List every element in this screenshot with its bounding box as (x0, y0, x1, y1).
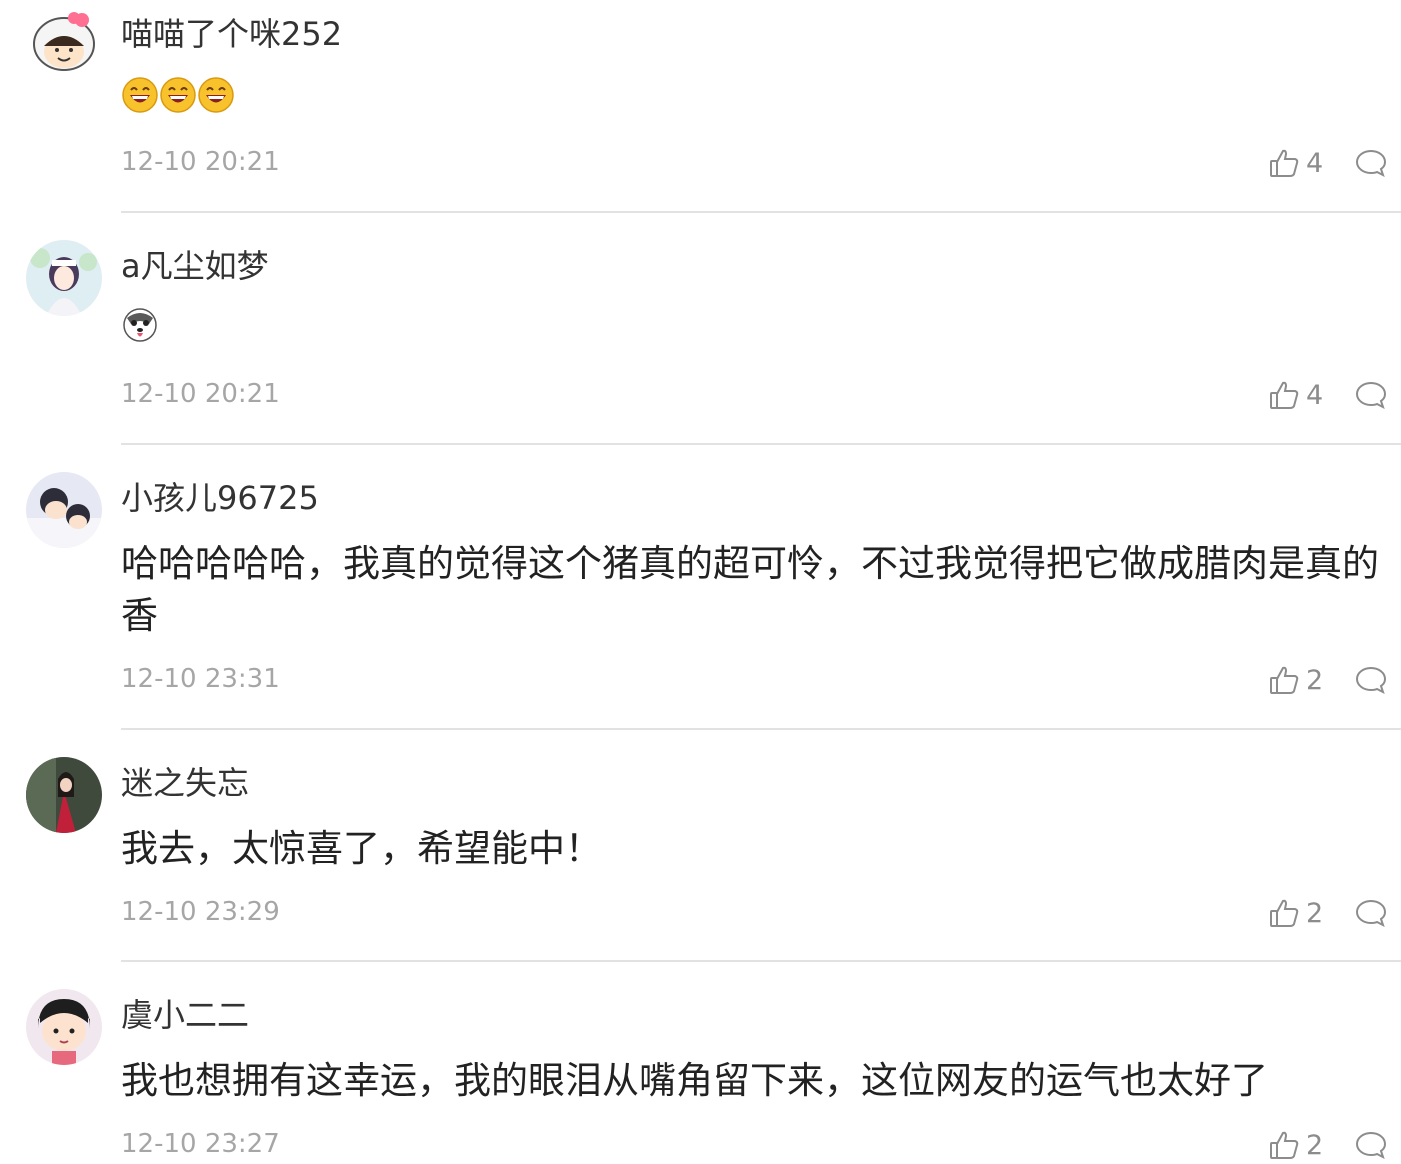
divider (121, 211, 1401, 213)
like-count: 4 (1306, 147, 1324, 179)
username[interactable]: a凡尘如梦 (121, 246, 269, 286)
like-button[interactable]: 2 (1268, 663, 1323, 697)
emoji-row (121, 306, 159, 344)
comment-time: 12-10 23:29 (121, 897, 280, 927)
comment-time: 12-10 23:31 (121, 664, 280, 694)
emoji-row (121, 76, 235, 114)
thumbs-up-icon (1270, 1131, 1299, 1159)
like-count: 2 (1306, 897, 1324, 929)
like-count: 2 (1306, 1129, 1324, 1161)
comment-text: 我也想拥有这幸运，我的眼泪从嘴角留下来，这位网友的运气也太好了 (121, 1059, 1268, 1102)
thumbs-up-icon (1270, 666, 1299, 694)
like-button[interactable]: 2 (1268, 1128, 1323, 1162)
user-avatar[interactable] (26, 472, 102, 548)
divider (121, 960, 1401, 962)
username[interactable]: 喵喵了个咪252 (121, 14, 342, 54)
laughing-emoji-icon (160, 77, 196, 113)
user-avatar[interactable] (26, 240, 102, 316)
thumbs-up-icon (1270, 149, 1299, 177)
like-count: 4 (1306, 379, 1324, 411)
comment-time: 12-10 20:21 (121, 147, 280, 177)
comment-bubble-icon[interactable] (1354, 663, 1388, 697)
comment-bubble-icon[interactable] (1354, 896, 1388, 930)
username[interactable]: 虞小二二 (121, 995, 249, 1035)
laughing-emoji-icon (122, 77, 158, 113)
comment-bubble-icon[interactable] (1354, 1128, 1388, 1162)
husky-emoji-icon (123, 308, 157, 342)
comment-time: 12-10 23:27 (121, 1129, 280, 1159)
comment-text: 哈哈哈哈哈，我真的觉得这个猪真的超可怜，不过我觉得把它做成腊肉是真的香 (121, 542, 1379, 637)
laughing-emoji-icon (198, 77, 234, 113)
username[interactable]: 迷之失忘 (121, 763, 249, 803)
thumbs-up-icon (1270, 381, 1299, 409)
comment-time: 12-10 20:21 (121, 379, 280, 409)
like-count: 2 (1306, 664, 1324, 696)
username[interactable]: 小孩儿96725 (121, 478, 319, 518)
divider (121, 443, 1401, 445)
comment-bubble-icon[interactable] (1354, 378, 1388, 412)
user-avatar[interactable] (26, 6, 102, 82)
user-avatar[interactable] (26, 989, 102, 1065)
comment-text: 我去，太惊喜了，希望能中！ (121, 827, 602, 870)
like-button[interactable]: 2 (1268, 896, 1323, 930)
like-button[interactable]: 4 (1268, 146, 1323, 180)
comment-bubble-icon[interactable] (1354, 146, 1388, 180)
thumbs-up-icon (1270, 899, 1299, 927)
like-button[interactable]: 4 (1268, 378, 1323, 412)
user-avatar[interactable] (26, 757, 102, 833)
divider (121, 728, 1401, 730)
